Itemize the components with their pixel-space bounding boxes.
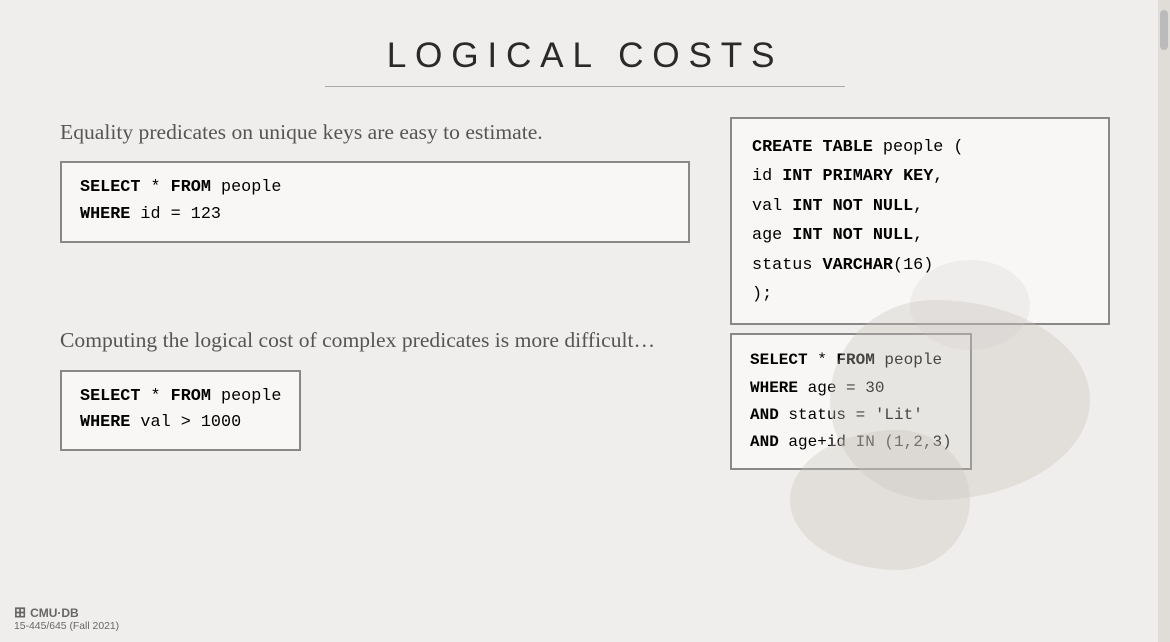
main-content: Equality predicates on unique keys are e…	[0, 117, 1170, 325]
equality-text: Equality predicates on unique keys are e…	[60, 117, 690, 147]
cq-and-kw-2: AND	[750, 433, 779, 451]
right-column-top: CREATE TABLE people ( id INT PRIMARY KEY…	[730, 117, 1110, 325]
bottom-row: Computing the logical cost of complex pr…	[0, 325, 1170, 479]
title-divider	[325, 86, 845, 87]
cq-select-kw: SELECT	[750, 351, 808, 369]
code-line-2: WHERE id = 123	[80, 202, 670, 229]
scrollbar-thumb[interactable]	[1160, 10, 1168, 50]
ct-line-4: age INT NOT NULL,	[752, 221, 1088, 250]
cq-where-rest: age = 30	[798, 379, 884, 397]
from-kw-1: FROM	[171, 178, 211, 197]
cq-from-kw: FROM	[836, 351, 874, 369]
select-kw-2: SELECT	[80, 387, 140, 406]
footer: ⊞ CMU·DB 15-445/645 (Fall 2021)	[14, 605, 119, 632]
bottom-left-col: Computing the logical cost of complex pr…	[60, 325, 690, 479]
simple-query-box-2: SELECT * FROM people WHERE val > 1000	[60, 370, 301, 452]
simple-query-box-1: SELECT * FROM people WHERE id = 123	[60, 161, 690, 243]
ct-line-1: CREATE TABLE people (	[752, 133, 1088, 162]
cq-and-rest-2: age+id IN (1,2,3)	[779, 433, 952, 451]
create-table-rest: people (	[873, 138, 964, 157]
ct-age-comma: ,	[913, 226, 923, 245]
ct-val-indent: val	[752, 197, 792, 216]
code-line-3: SELECT * FROM people	[80, 384, 281, 411]
ct-line-2: id INT PRIMARY KEY,	[752, 162, 1088, 191]
ct-age-indent: age	[752, 226, 792, 245]
code-line-1: SELECT * FROM people	[80, 175, 670, 202]
cq-and-kw-1: AND	[750, 406, 779, 424]
cq-line-4: AND age+id IN (1,2,3)	[750, 429, 952, 456]
ct-line-5: status VARCHAR(16)	[752, 251, 1088, 280]
ct-status-kw: VARCHAR	[823, 256, 894, 275]
cq-line-3: AND status = 'Lit'	[750, 402, 952, 429]
footer-logo: ⊞ CMU·DB	[14, 605, 119, 621]
ct-status-rest: (16)	[893, 256, 933, 275]
scrollbar[interactable]	[1158, 0, 1170, 642]
create-table-kw: CREATE TABLE	[752, 138, 873, 157]
where-kw-1: WHERE	[80, 205, 130, 224]
select-kw-1: SELECT	[80, 178, 140, 197]
page-title: LOGICAL COSTS	[0, 0, 1170, 86]
footer-logo-text: CMU·DB	[30, 606, 79, 620]
footer-course: 15-445/645 (Fall 2021)	[14, 621, 119, 632]
ct-close: );	[752, 285, 772, 304]
create-table-box: CREATE TABLE people ( id INT PRIMARY KEY…	[730, 117, 1110, 325]
left-column: Equality predicates on unique keys are e…	[60, 117, 690, 325]
complex-query-box: SELECT * FROM people WHERE age = 30 AND …	[730, 333, 972, 470]
cq-where-kw: WHERE	[750, 379, 798, 397]
ct-id-indent: id	[752, 167, 782, 186]
ct-line-3: val INT NOT NULL,	[752, 192, 1088, 221]
code-line-4: WHERE val > 1000	[80, 410, 281, 437]
complex-text: Computing the logical cost of complex pr…	[60, 325, 690, 355]
ct-age-kw: INT NOT NULL	[792, 226, 913, 245]
where-rest-1: id = 123	[130, 205, 221, 224]
ct-val-kw: INT NOT NULL	[792, 197, 913, 216]
ct-id-kw: INT PRIMARY KEY	[782, 167, 933, 186]
cq-select-rest: *	[808, 351, 837, 369]
from-kw-2: FROM	[171, 387, 211, 406]
cq-line-1: SELECT * FROM people	[750, 347, 952, 374]
cq-from-rest: people	[875, 351, 942, 369]
bottom-right-col: SELECT * FROM people WHERE age = 30 AND …	[730, 325, 1110, 470]
cq-line-2: WHERE age = 30	[750, 375, 952, 402]
ct-line-6: );	[752, 280, 1088, 309]
where-kw-2: WHERE	[80, 413, 130, 432]
from-rest-2: people	[211, 387, 282, 406]
where-rest-2: val > 1000	[130, 413, 241, 432]
select-rest-1: *	[140, 178, 170, 197]
from-rest-1: people	[211, 178, 282, 197]
ct-val-comma: ,	[913, 197, 923, 216]
ct-id-comma: ,	[933, 167, 943, 186]
ct-status-indent: status	[752, 256, 823, 275]
cmu-db-icon: ⊞	[14, 605, 26, 621]
select-rest-2: *	[140, 387, 170, 406]
cq-and-rest-1: status = 'Lit'	[779, 406, 923, 424]
